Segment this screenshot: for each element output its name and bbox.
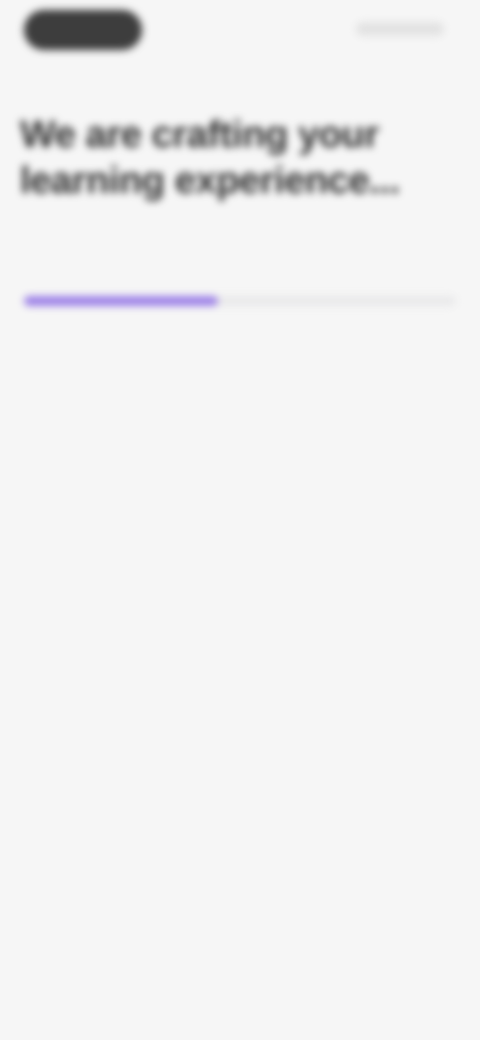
screen: We are crafting your learning experience… <box>0 0 480 1040</box>
progress-track <box>24 296 456 306</box>
page-title: We are crafting your learning experience… <box>20 114 400 202</box>
progress-section <box>24 262 456 322</box>
progress-fill <box>24 296 219 306</box>
blurred-content: We are crafting your learning experience… <box>0 0 480 1040</box>
top-right-label <box>356 22 444 36</box>
top-left-pill[interactable] <box>24 10 142 50</box>
